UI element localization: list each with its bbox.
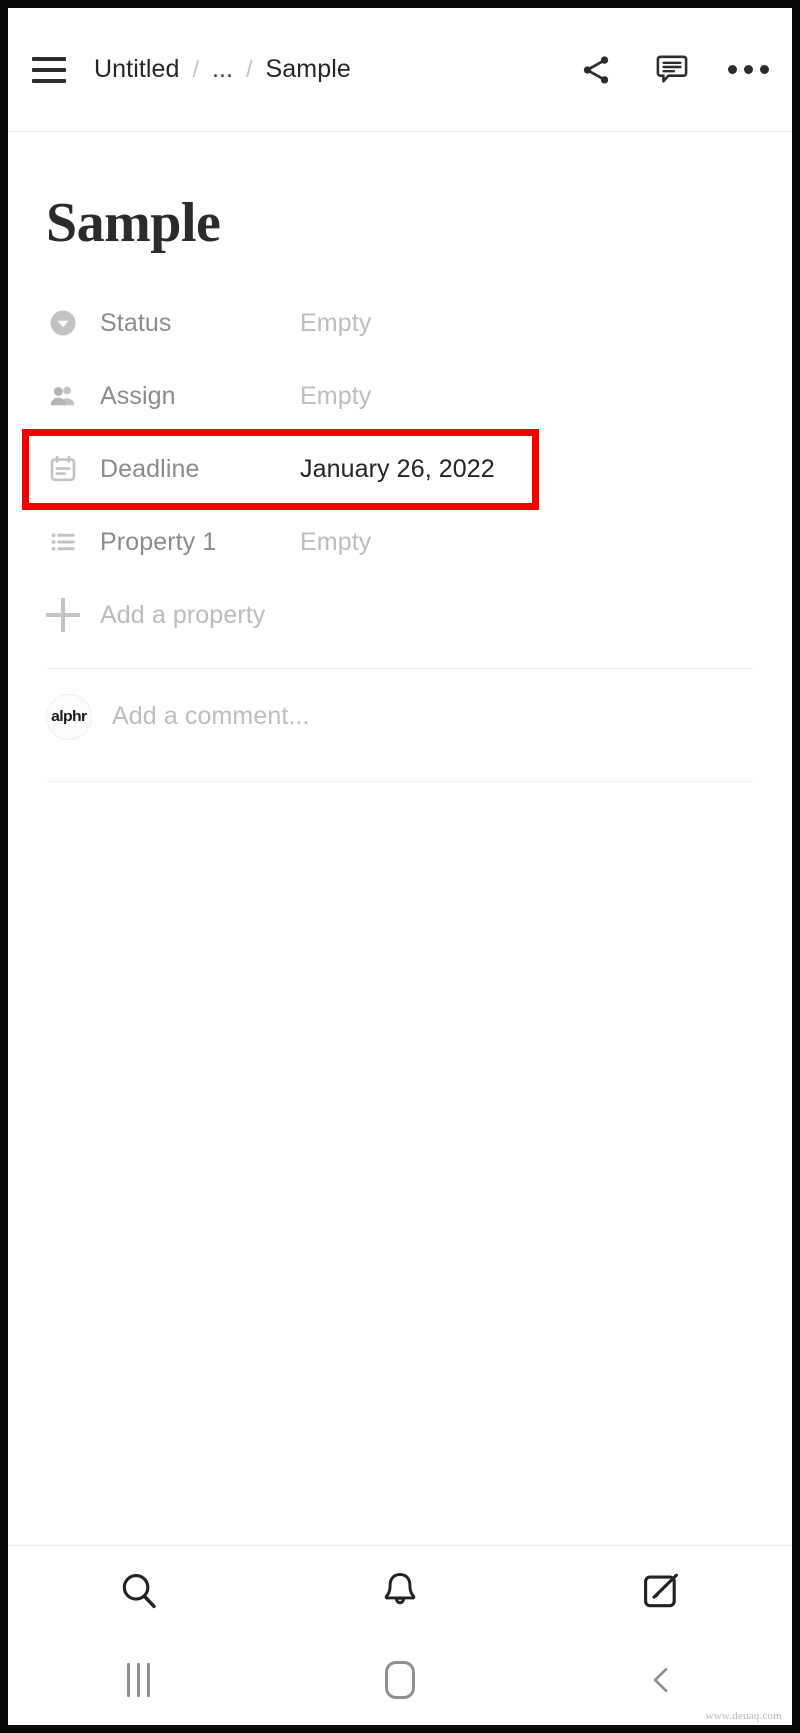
add-property-label: Add a property: [100, 600, 266, 629]
screenshot-canvas: Untitled / ... / Sample Sample Status Em…: [0, 0, 800, 1733]
property-label: Deadline: [100, 454, 200, 483]
avatar: alphr: [46, 693, 92, 740]
breadcrumb-separator: /: [192, 56, 199, 82]
content-divider-bottom: [46, 780, 754, 782]
recents-button[interactable]: [8, 1635, 269, 1725]
phone-viewport: Untitled / ... / Sample Sample Status Em…: [8, 8, 792, 1725]
property-row-deadline[interactable]: Deadline January 26, 2022: [46, 433, 762, 506]
people-icon: [46, 379, 80, 413]
page-content: Sample Status Empty Assign Empty Deadlin…: [8, 132, 792, 1545]
recents-bar: [147, 1663, 151, 1697]
breadcrumb-separator: /: [246, 56, 253, 82]
recents-bar: [127, 1663, 131, 1697]
page-title[interactable]: Sample: [8, 132, 792, 253]
dot: [759, 65, 769, 74]
home-icon: [384, 1661, 415, 1699]
notifications-button[interactable]: [269, 1546, 530, 1635]
status-circle-chevron-icon: [46, 306, 80, 340]
property-value[interactable]: Empty: [300, 309, 371, 338]
plus-icon: [46, 598, 80, 633]
comments-button[interactable]: [648, 46, 696, 94]
dot: [743, 65, 753, 74]
hamburger-line: [32, 56, 66, 61]
breadcrumb-item-root[interactable]: Untitled: [94, 55, 180, 84]
property-row-status[interactable]: Status Empty: [46, 287, 762, 360]
property-label: Assign: [100, 381, 176, 410]
property-value[interactable]: Empty: [300, 382, 371, 411]
android-navigation-bar: www.deuaq.com: [8, 1635, 792, 1725]
property-row-property-1[interactable]: Property 1 Empty: [46, 506, 762, 579]
watermark: www.deuaq.com: [705, 1710, 782, 1722]
recents-icon: [127, 1663, 151, 1697]
more-options-button[interactable]: [724, 46, 772, 94]
app-top-bar: Untitled / ... / Sample: [8, 8, 792, 132]
share-button[interactable]: [572, 46, 620, 94]
compose-icon: [644, 1573, 679, 1607]
property-row-assign[interactable]: Assign Empty: [46, 360, 762, 433]
bell-icon: [384, 1572, 416, 1604]
comment-input-placeholder[interactable]: Add a comment...: [112, 702, 310, 731]
bulleted-list-icon: [46, 525, 80, 559]
property-label: Status: [100, 308, 172, 337]
hamburger-menu-icon[interactable]: [26, 47, 72, 93]
hamburger-line: [32, 67, 66, 72]
back-icon: [654, 1668, 668, 1692]
bottom-toolbar: [8, 1545, 792, 1635]
search-button[interactable]: [8, 1546, 269, 1635]
property-value[interactable]: January 26, 2022: [300, 455, 495, 484]
breadcrumb-item-ellipsis[interactable]: ...: [212, 55, 233, 84]
new-page-button[interactable]: [531, 1546, 792, 1635]
avatar-label: alphr: [51, 708, 87, 726]
property-value[interactable]: Empty: [300, 528, 371, 557]
property-list: Status Empty Assign Empty Deadline Janua…: [8, 287, 792, 652]
dot: [727, 65, 737, 74]
property-label: Property 1: [100, 527, 217, 556]
share-icon: [583, 55, 609, 84]
comment-icon: [656, 55, 688, 83]
home-button[interactable]: [269, 1635, 530, 1725]
calendar-icon: [46, 452, 80, 486]
hamburger-line: [32, 78, 66, 83]
add-property-button[interactable]: Add a property: [46, 579, 762, 652]
search-icon: [122, 1573, 156, 1608]
more-options-icon: [727, 65, 769, 74]
breadcrumb-item-current[interactable]: Sample: [266, 55, 351, 84]
add-comment-row[interactable]: alphr Add a comment...: [8, 669, 792, 765]
app-bar-actions: [572, 46, 772, 94]
recents-bar: [137, 1663, 141, 1697]
breadcrumb: Untitled / ... / Sample: [94, 55, 572, 84]
